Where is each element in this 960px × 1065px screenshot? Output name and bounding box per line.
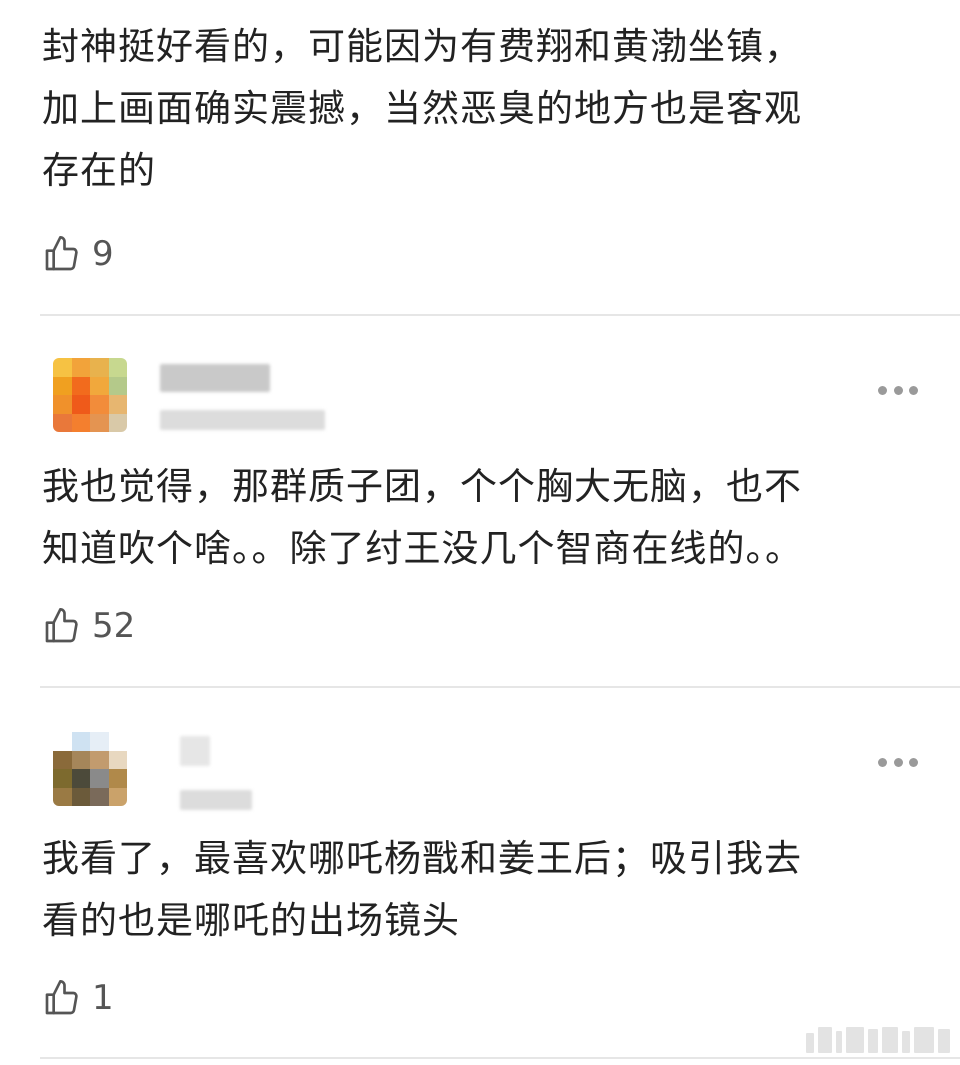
divider	[40, 686, 960, 688]
like-button[interactable]: 52	[42, 604, 135, 648]
comment-body: 我看了，最喜欢哪吒杨戬和姜王后；吸引我去 看的也是哪吒的出场镜头	[42, 828, 932, 952]
comment-line: 加上画面确实震撼，当然恶臭的地方也是客观	[42, 87, 802, 130]
meta-redacted	[180, 790, 252, 810]
more-horizontal-icon	[878, 385, 887, 395]
comment-body: 封神挺好看的，可能因为有费翔和黄渤坐镇， 加上画面确实震撼，当然恶臭的地方也是客…	[42, 16, 932, 202]
avatar[interactable]	[53, 358, 127, 432]
like-count: 52	[92, 606, 136, 646]
comment-line: 存在的	[42, 149, 156, 192]
comment-line: 我看了，最喜欢哪吒杨戬和姜王后；吸引我去	[42, 837, 802, 880]
divider	[40, 314, 960, 316]
comment-line: 我也觉得，那群质子团，个个胸大无脑，也不	[42, 465, 802, 508]
like-count: 1	[92, 978, 114, 1018]
watermark	[806, 1027, 950, 1053]
like-button[interactable]: 1	[42, 976, 114, 1020]
comment-line: 知道吹个啥。。除了纣王没几个智商在线的。。	[42, 527, 803, 570]
more-options-button[interactable]	[878, 752, 918, 772]
thumbs-up-icon	[45, 608, 78, 643]
like-count: 9	[92, 234, 114, 274]
divider	[40, 1057, 960, 1059]
thumbs-up-icon	[45, 236, 78, 271]
like-button[interactable]: 9	[42, 232, 114, 276]
meta-redacted	[160, 410, 325, 430]
comment-line: 看的也是哪吒的出场镜头	[42, 899, 460, 942]
avatar[interactable]	[53, 732, 127, 806]
comment-body: 我也觉得，那群质子团，个个胸大无脑，也不 知道吹个啥。。除了纣王没几个智商在线的…	[42, 456, 932, 580]
username-redacted[interactable]	[160, 364, 270, 392]
username-redacted[interactable]	[180, 736, 210, 766]
thumbs-up-icon	[45, 980, 78, 1015]
comment-line: 封神挺好看的，可能因为有费翔和黄渤坐镇，	[42, 25, 802, 68]
more-horizontal-icon	[878, 757, 887, 767]
more-options-button[interactable]	[878, 380, 918, 400]
